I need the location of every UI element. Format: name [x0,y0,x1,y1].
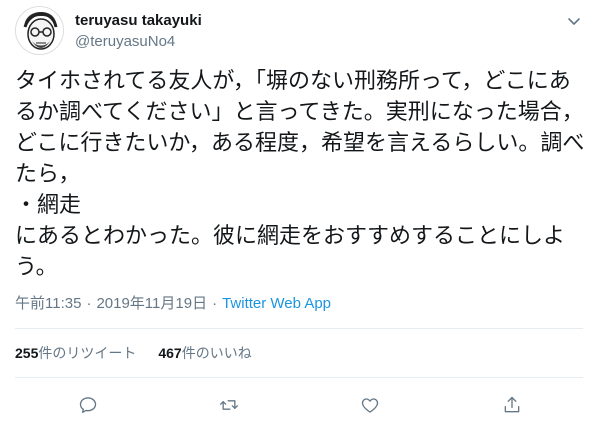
tweet-actions [0,393,598,419]
chevron-down-icon[interactable] [566,13,582,29]
tweet-meta: 午前11:35 · 2019年11月19日 · Twitter Web App [15,294,331,314]
likes-stat[interactable]: 467件のいいね [158,343,251,364]
tweet-time[interactable]: 午前11:35 [15,294,81,314]
likes-label: 件のいいね [181,346,252,362]
heart-icon[interactable] [358,393,382,417]
retweets-label: 件のリツイート [38,346,137,362]
meta-separator: · [212,295,218,312]
meta-separator: · [86,295,92,312]
tweet-stats: 255件のリツイート 467件のいいね [15,343,274,364]
likes-count: 467 [158,345,182,361]
retweet-icon[interactable] [217,393,241,417]
user-handle[interactable]: @teruyasuNo4 [75,32,202,52]
retweets-count: 255 [15,345,39,361]
divider [15,377,583,378]
cartoon-face-avatar-icon [16,7,63,54]
tweet-text: タイホされてる友人が，「塀のない刑務所って，どこにあるか調べてください」と言って… [15,69,585,280]
tweet-header: teruyasu takayuki @teruyasuNo4 [15,6,202,55]
retweets-stat[interactable]: 255件のリツイート [15,343,136,364]
user-names: teruyasu takayuki @teruyasuNo4 [75,11,202,52]
avatar[interactable] [15,6,64,55]
tweet-date[interactable]: 2019年11月19日 [96,294,207,314]
divider [15,328,583,329]
tweet-source-link[interactable]: Twitter Web App [222,294,331,314]
display-name[interactable]: teruyasu takayuki [75,11,202,31]
tweet-card: teruyasu takayuki @teruyasuNo4 タイホされてる友人… [0,0,598,430]
reply-icon[interactable] [76,393,100,417]
share-icon[interactable] [500,393,524,417]
